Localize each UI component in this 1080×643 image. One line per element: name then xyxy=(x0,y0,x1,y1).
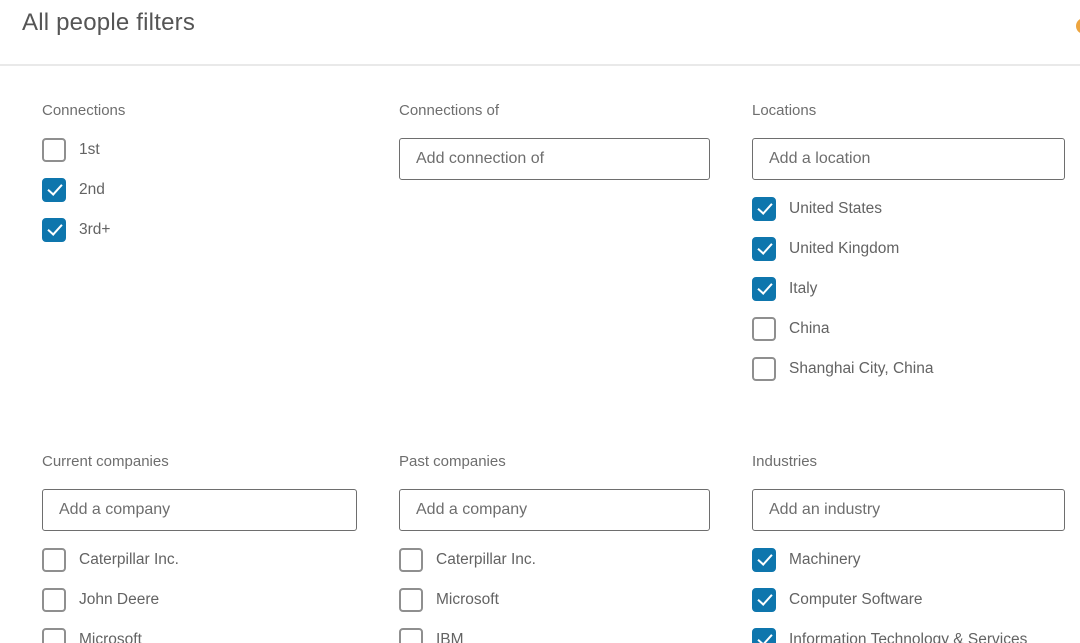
checkbox[interactable] xyxy=(399,628,423,643)
checkbox-label: Information Technology & Services xyxy=(789,631,1027,643)
section-locations: Locations United States United Kingdom I… xyxy=(752,102,1065,397)
checkbox-label: Italy xyxy=(789,280,817,298)
checkbox-label: Machinery xyxy=(789,551,861,569)
filter-option-row[interactable]: 2nd xyxy=(42,178,357,202)
checkbox[interactable] xyxy=(752,548,776,572)
past-companies-input[interactable] xyxy=(399,489,710,531)
checkbox[interactable] xyxy=(399,588,423,612)
section-connections: Connections 1st 2nd 3rd+ xyxy=(42,102,357,397)
section-label: Industries xyxy=(752,453,1065,470)
checkbox[interactable] xyxy=(42,138,66,162)
current-companies-input[interactable] xyxy=(42,489,357,531)
filter-option-row[interactable]: United States xyxy=(752,197,1065,221)
checkbox-label: United Kingdom xyxy=(789,240,899,258)
filter-option-row[interactable]: IBM xyxy=(399,628,710,643)
checkbox-label: China xyxy=(789,320,830,338)
section-label: Connections xyxy=(42,102,357,119)
checkbox-label: Computer Software xyxy=(789,591,923,609)
industries-input[interactable] xyxy=(752,489,1065,531)
checkbox[interactable] xyxy=(752,357,776,381)
section-industries: Industries Machinery Computer Software I… xyxy=(752,453,1065,643)
filter-option-row[interactable]: Information Technology & Services xyxy=(752,628,1065,643)
checkbox-label: 3rd+ xyxy=(79,221,110,239)
checkbox[interactable] xyxy=(752,237,776,261)
checkbox-label: IBM xyxy=(436,631,464,643)
checkbox-label: 1st xyxy=(79,141,100,159)
filter-option-row[interactable]: China xyxy=(752,317,1065,341)
filter-option-row[interactable]: Microsoft xyxy=(42,628,357,643)
checkbox-label: Microsoft xyxy=(79,631,142,643)
checkbox[interactable] xyxy=(752,588,776,612)
section-label: Past companies xyxy=(399,453,710,470)
filter-option-row[interactable]: Italy xyxy=(752,277,1065,301)
checkbox-label: Caterpillar Inc. xyxy=(79,551,179,569)
filter-option-row[interactable]: 3rd+ xyxy=(42,218,357,242)
section-label: Current companies xyxy=(42,453,357,470)
section-connections-of: Connections of xyxy=(399,102,710,397)
checkbox[interactable] xyxy=(399,548,423,572)
checkbox-label: Caterpillar Inc. xyxy=(436,551,536,569)
checkbox-label: 2nd xyxy=(79,181,105,199)
page-title: All people filters xyxy=(22,9,1080,37)
filter-option-row[interactable]: Microsoft xyxy=(399,588,710,612)
section-label: Connections of xyxy=(399,102,710,119)
checkbox-label: Shanghai City, China xyxy=(789,360,933,378)
filters-grid: Connections 1st 2nd 3rd+ Connections of … xyxy=(0,66,1080,643)
checkbox[interactable] xyxy=(42,628,66,643)
filter-option-row[interactable]: United Kingdom xyxy=(752,237,1065,261)
filters-header: All people filters xyxy=(0,0,1080,66)
filter-option-row[interactable]: Caterpillar Inc. xyxy=(399,548,710,572)
checkbox[interactable] xyxy=(752,277,776,301)
checkbox[interactable] xyxy=(752,628,776,643)
checkbox[interactable] xyxy=(752,197,776,221)
filter-option-row[interactable]: John Deere xyxy=(42,588,357,612)
checkbox[interactable] xyxy=(42,178,66,202)
checkbox[interactable] xyxy=(42,588,66,612)
checkbox[interactable] xyxy=(752,317,776,341)
filter-option-row[interactable]: 1st xyxy=(42,138,357,162)
section-current-companies: Current companies Caterpillar Inc. John … xyxy=(42,453,357,643)
filter-option-row[interactable]: Shanghai City, China xyxy=(752,357,1065,381)
checkbox-label: John Deere xyxy=(79,591,159,609)
checkbox-label: Microsoft xyxy=(436,591,499,609)
checkbox[interactable] xyxy=(42,218,66,242)
locations-input[interactable] xyxy=(752,138,1065,180)
checkbox-label: United States xyxy=(789,200,882,218)
filter-option-row[interactable]: Caterpillar Inc. xyxy=(42,548,357,572)
filter-option-row[interactable]: Computer Software xyxy=(752,588,1065,612)
section-past-companies: Past companies Caterpillar Inc. Microsof… xyxy=(399,453,710,643)
checkbox[interactable] xyxy=(42,548,66,572)
filter-option-row[interactable]: Machinery xyxy=(752,548,1065,572)
section-label: Locations xyxy=(752,102,1065,119)
connections-of-input[interactable] xyxy=(399,138,710,180)
